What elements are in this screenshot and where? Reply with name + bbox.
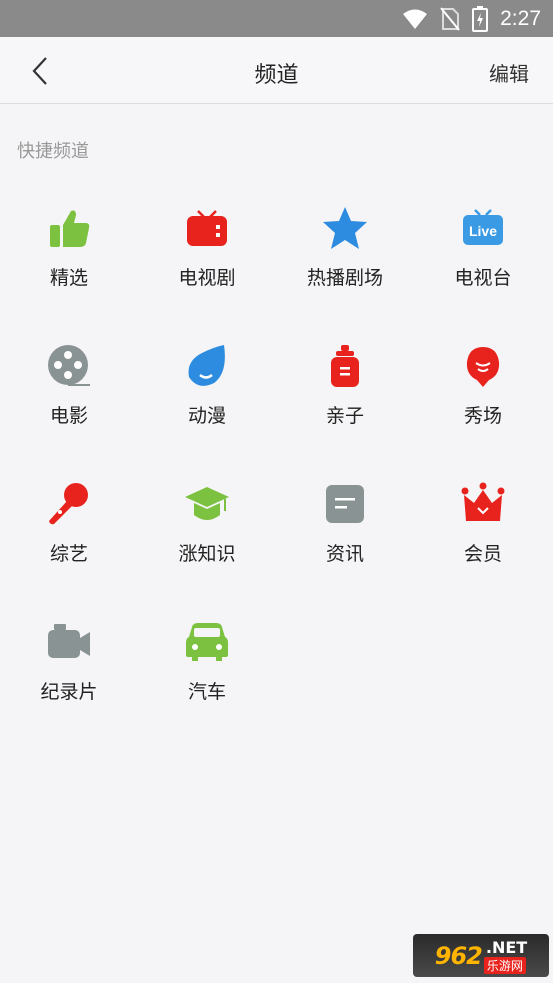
watermark-subtitle: 乐游网 [483, 956, 526, 974]
channel-label: 汽车 [187, 681, 226, 703]
car-icon [184, 619, 230, 665]
channel-item-qinzi[interactable]: 亲子 [276, 343, 414, 453]
channel-label: 资讯 [325, 543, 364, 565]
svg-text:Live: Live [469, 223, 497, 239]
star-icon [322, 205, 368, 251]
channel-item-dongman[interactable]: 动漫 [138, 343, 276, 453]
page-title: 频道 [254, 63, 299, 88]
channel-item-zongyi[interactable]: 综艺 [0, 481, 138, 591]
channel-label: 秀场 [463, 405, 502, 427]
channel-item-dianshitai[interactable]: Live 电视台 [414, 205, 552, 315]
camera-icon [46, 619, 92, 665]
channel-item-dianying[interactable]: 电影 [0, 343, 138, 453]
channel-label: 涨知识 [178, 543, 236, 565]
watermark-number: 962 [434, 941, 483, 970]
channel-item-dianshiju[interactable]: 电视剧 [138, 205, 276, 315]
channel-label: 电视台 [454, 267, 512, 289]
status-icons: 2:27 [402, 0, 541, 37]
news-icon [322, 481, 368, 527]
crown-icon [460, 481, 506, 527]
channel-item-jingxuan[interactable]: 精选 [0, 205, 138, 315]
tv-icon [184, 205, 230, 251]
microphone-icon [46, 481, 92, 527]
film-reel-icon [46, 343, 92, 389]
battery-icon [472, 5, 489, 32]
graduation-cap-icon [184, 481, 230, 527]
channel-item-qiche[interactable]: 汽车 [138, 619, 276, 729]
channel-label: 动漫 [187, 405, 226, 427]
channel-item-jilupian[interactable]: 纪录片 [0, 619, 138, 729]
wifi-icon [403, 9, 428, 29]
channel-item-rebojuchang[interactable]: 热播剧场 [276, 205, 414, 315]
site-watermark: 962 .NET 乐游网 [413, 934, 549, 977]
live-tv-icon: Live [460, 205, 506, 251]
section-title: 快捷频道 [17, 141, 89, 162]
channel-label: 精选 [49, 267, 88, 289]
channel-item-huiyuan[interactable]: 会员 [414, 481, 552, 591]
channel-label: 纪录片 [40, 681, 98, 703]
status-time: 2:27 [500, 6, 541, 30]
channel-item-zhangzhishi[interactable]: 涨知识 [138, 481, 276, 591]
thumbs-up-icon [46, 205, 92, 251]
channel-item-zixun[interactable]: 资讯 [276, 481, 414, 591]
status-bar: 2:27 [0, 0, 553, 37]
anime-drop-icon [184, 343, 230, 389]
channel-item-xiuchang[interactable]: 秀场 [414, 343, 552, 453]
channel-label: 热播剧场 [306, 267, 383, 289]
header-bar: 频道 编辑 [0, 37, 553, 104]
baby-bottle-icon [322, 343, 368, 389]
watermark-domain: .NET [485, 937, 528, 957]
no-sim-icon [440, 6, 460, 31]
channel-label: 会员 [463, 543, 502, 565]
channel-label: 电视剧 [178, 267, 236, 289]
channel-label: 综艺 [49, 543, 88, 565]
channel-label: 电影 [49, 405, 88, 427]
channel-label: 亲子 [325, 405, 364, 427]
edit-button[interactable]: 编辑 [489, 58, 529, 87]
balloon-icon [460, 343, 506, 389]
